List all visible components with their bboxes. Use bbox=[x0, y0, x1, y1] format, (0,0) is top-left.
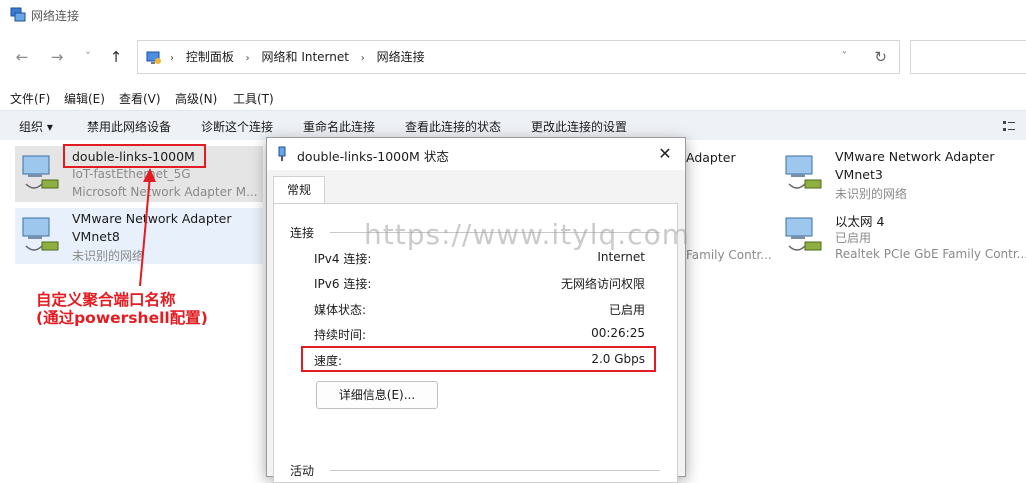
breadcrumb-separator: › bbox=[360, 53, 365, 64]
highlight-box-adapter-name bbox=[63, 144, 206, 168]
breadcrumb-network-internet[interactable]: 网络和 Internet bbox=[262, 50, 349, 64]
details-button[interactable]: 详细信息(E)... bbox=[316, 381, 438, 409]
adapter-device: Microsoft Network Adapter M... bbox=[72, 185, 258, 199]
menu-view[interactable]: 查看(V) bbox=[119, 90, 161, 107]
address-dropdown-icon[interactable]: ˅ bbox=[842, 41, 847, 73]
group-divider bbox=[330, 470, 660, 471]
media-state-label: 媒体状态: bbox=[314, 303, 367, 317]
menu-bar: 文件(F) 编辑(E) 查看(V) 高级(N) 工具(T) bbox=[0, 86, 1026, 108]
ipv4-label: IPv4 连接: bbox=[314, 252, 372, 266]
up-button[interactable]: ↑ bbox=[104, 46, 128, 68]
adapter-name: 以太网 4 bbox=[835, 214, 885, 229]
watermark: https://www.itylq.com bbox=[364, 218, 690, 251]
change-settings-button[interactable]: 更改此连接的设置 bbox=[531, 118, 627, 135]
network-adapter-icon bbox=[22, 217, 59, 251]
network-connections-app-icon bbox=[10, 7, 26, 22]
duration-value: 00:26:25 bbox=[591, 326, 645, 340]
adapter-status: 已启用 bbox=[835, 231, 872, 245]
breadcrumb-control-panel[interactable]: 控制面板 bbox=[186, 50, 234, 64]
group-connection-label: 连接 bbox=[290, 226, 315, 240]
menu-advanced[interactable]: 高级(N) bbox=[175, 90, 217, 107]
tab-general[interactable]: 常规 bbox=[273, 176, 325, 204]
ipv6-value: 无网络访问权限 bbox=[560, 277, 645, 291]
address-bar-row: ← → ˅ ↑ › 控制面板 › 网络和 Internet › 网络连接 ˅ ↻ bbox=[0, 36, 1026, 78]
network-adapter-icon bbox=[785, 155, 822, 189]
back-button[interactable]: ← bbox=[10, 46, 34, 68]
adapter-partial-name: Adapter bbox=[686, 150, 736, 165]
adapter-name: VMware Network Adapter VMnet3 bbox=[835, 149, 995, 182]
adapter-status: 未识别的网络 bbox=[835, 187, 908, 201]
dialog-title: double-links-1000M 状态 bbox=[297, 149, 449, 164]
adapter-ethernet4[interactable]: 以太网 4 已启用 Realtek PCIe GbE Family Contr.… bbox=[778, 208, 1026, 264]
address-field[interactable]: › 控制面板 › 网络和 Internet › 网络连接 ˅ ↻ bbox=[137, 40, 900, 74]
adapter-partial-device: Family Contr... bbox=[686, 248, 772, 262]
menu-tools[interactable]: 工具(T) bbox=[233, 90, 274, 107]
breadcrumb: › 控制面板 › 网络和 Internet › 网络连接 bbox=[170, 41, 433, 73]
network-adapter-icon bbox=[22, 155, 59, 189]
menu-file[interactable]: 文件(F) bbox=[10, 90, 50, 107]
media-state-value: 已启用 bbox=[608, 303, 645, 317]
ipv6-label: IPv6 连接: bbox=[314, 277, 372, 291]
refresh-icon[interactable]: ↻ bbox=[874, 41, 887, 73]
search-input[interactable] bbox=[910, 40, 1026, 74]
diagnose-button[interactable]: 诊断这个连接 bbox=[201, 118, 273, 135]
annotation-arrow bbox=[139, 168, 156, 287]
status-dialog: double-links-1000M 状态 ✕ 常规 连接 IPv4 连接: I… bbox=[266, 137, 686, 483]
close-icon[interactable]: ✕ bbox=[653, 142, 677, 166]
network-adapter-icon bbox=[785, 217, 822, 251]
group-activity-label: 活动 bbox=[290, 464, 315, 478]
disable-device-button[interactable]: 禁用此网络设备 bbox=[87, 118, 171, 135]
organize-button[interactable]: 组织 ▾ bbox=[19, 118, 53, 135]
duration-label: 持续时间: bbox=[314, 328, 367, 342]
annotation-text-line2: (通过powershell配置) bbox=[36, 309, 208, 327]
title-bar: 网络连接 bbox=[0, 0, 1026, 32]
breadcrumb-separator: › bbox=[245, 53, 250, 64]
forward-button[interactable]: → bbox=[45, 46, 69, 68]
adapter-device: Realtek PCIe GbE Family Contr... bbox=[835, 247, 1026, 261]
adapter-name: VMware Network Adapter VMnet8 bbox=[72, 211, 232, 244]
highlight-box-speed bbox=[301, 346, 656, 372]
rename-button[interactable]: 重命名此连接 bbox=[303, 118, 375, 135]
menu-edit[interactable]: 编辑(E) bbox=[64, 90, 105, 107]
recent-locations-button[interactable]: ˅ bbox=[76, 46, 100, 68]
view-status-button[interactable]: 查看此连接的状态 bbox=[405, 118, 501, 135]
dialog-title-bar: double-links-1000M 状态 ✕ bbox=[267, 138, 685, 170]
breadcrumb-separator: › bbox=[170, 53, 174, 64]
window-title: 网络连接 bbox=[31, 9, 80, 23]
command-bar: 组织 ▾ 禁用此网络设备 诊断这个连接 重命名此连接 查看此连接的状态 更改此连… bbox=[0, 110, 1026, 140]
ipv4-value: Internet bbox=[597, 250, 645, 264]
ethernet-icon bbox=[278, 146, 286, 161]
change-view-icon[interactable] bbox=[1002, 119, 1016, 133]
control-panel-icon bbox=[146, 51, 161, 64]
breadcrumb-network-connections[interactable]: 网络连接 bbox=[377, 50, 425, 64]
adapter-vmnet3[interactable]: VMware Network Adapter VMnet3 未识别的网络 bbox=[778, 146, 1026, 202]
